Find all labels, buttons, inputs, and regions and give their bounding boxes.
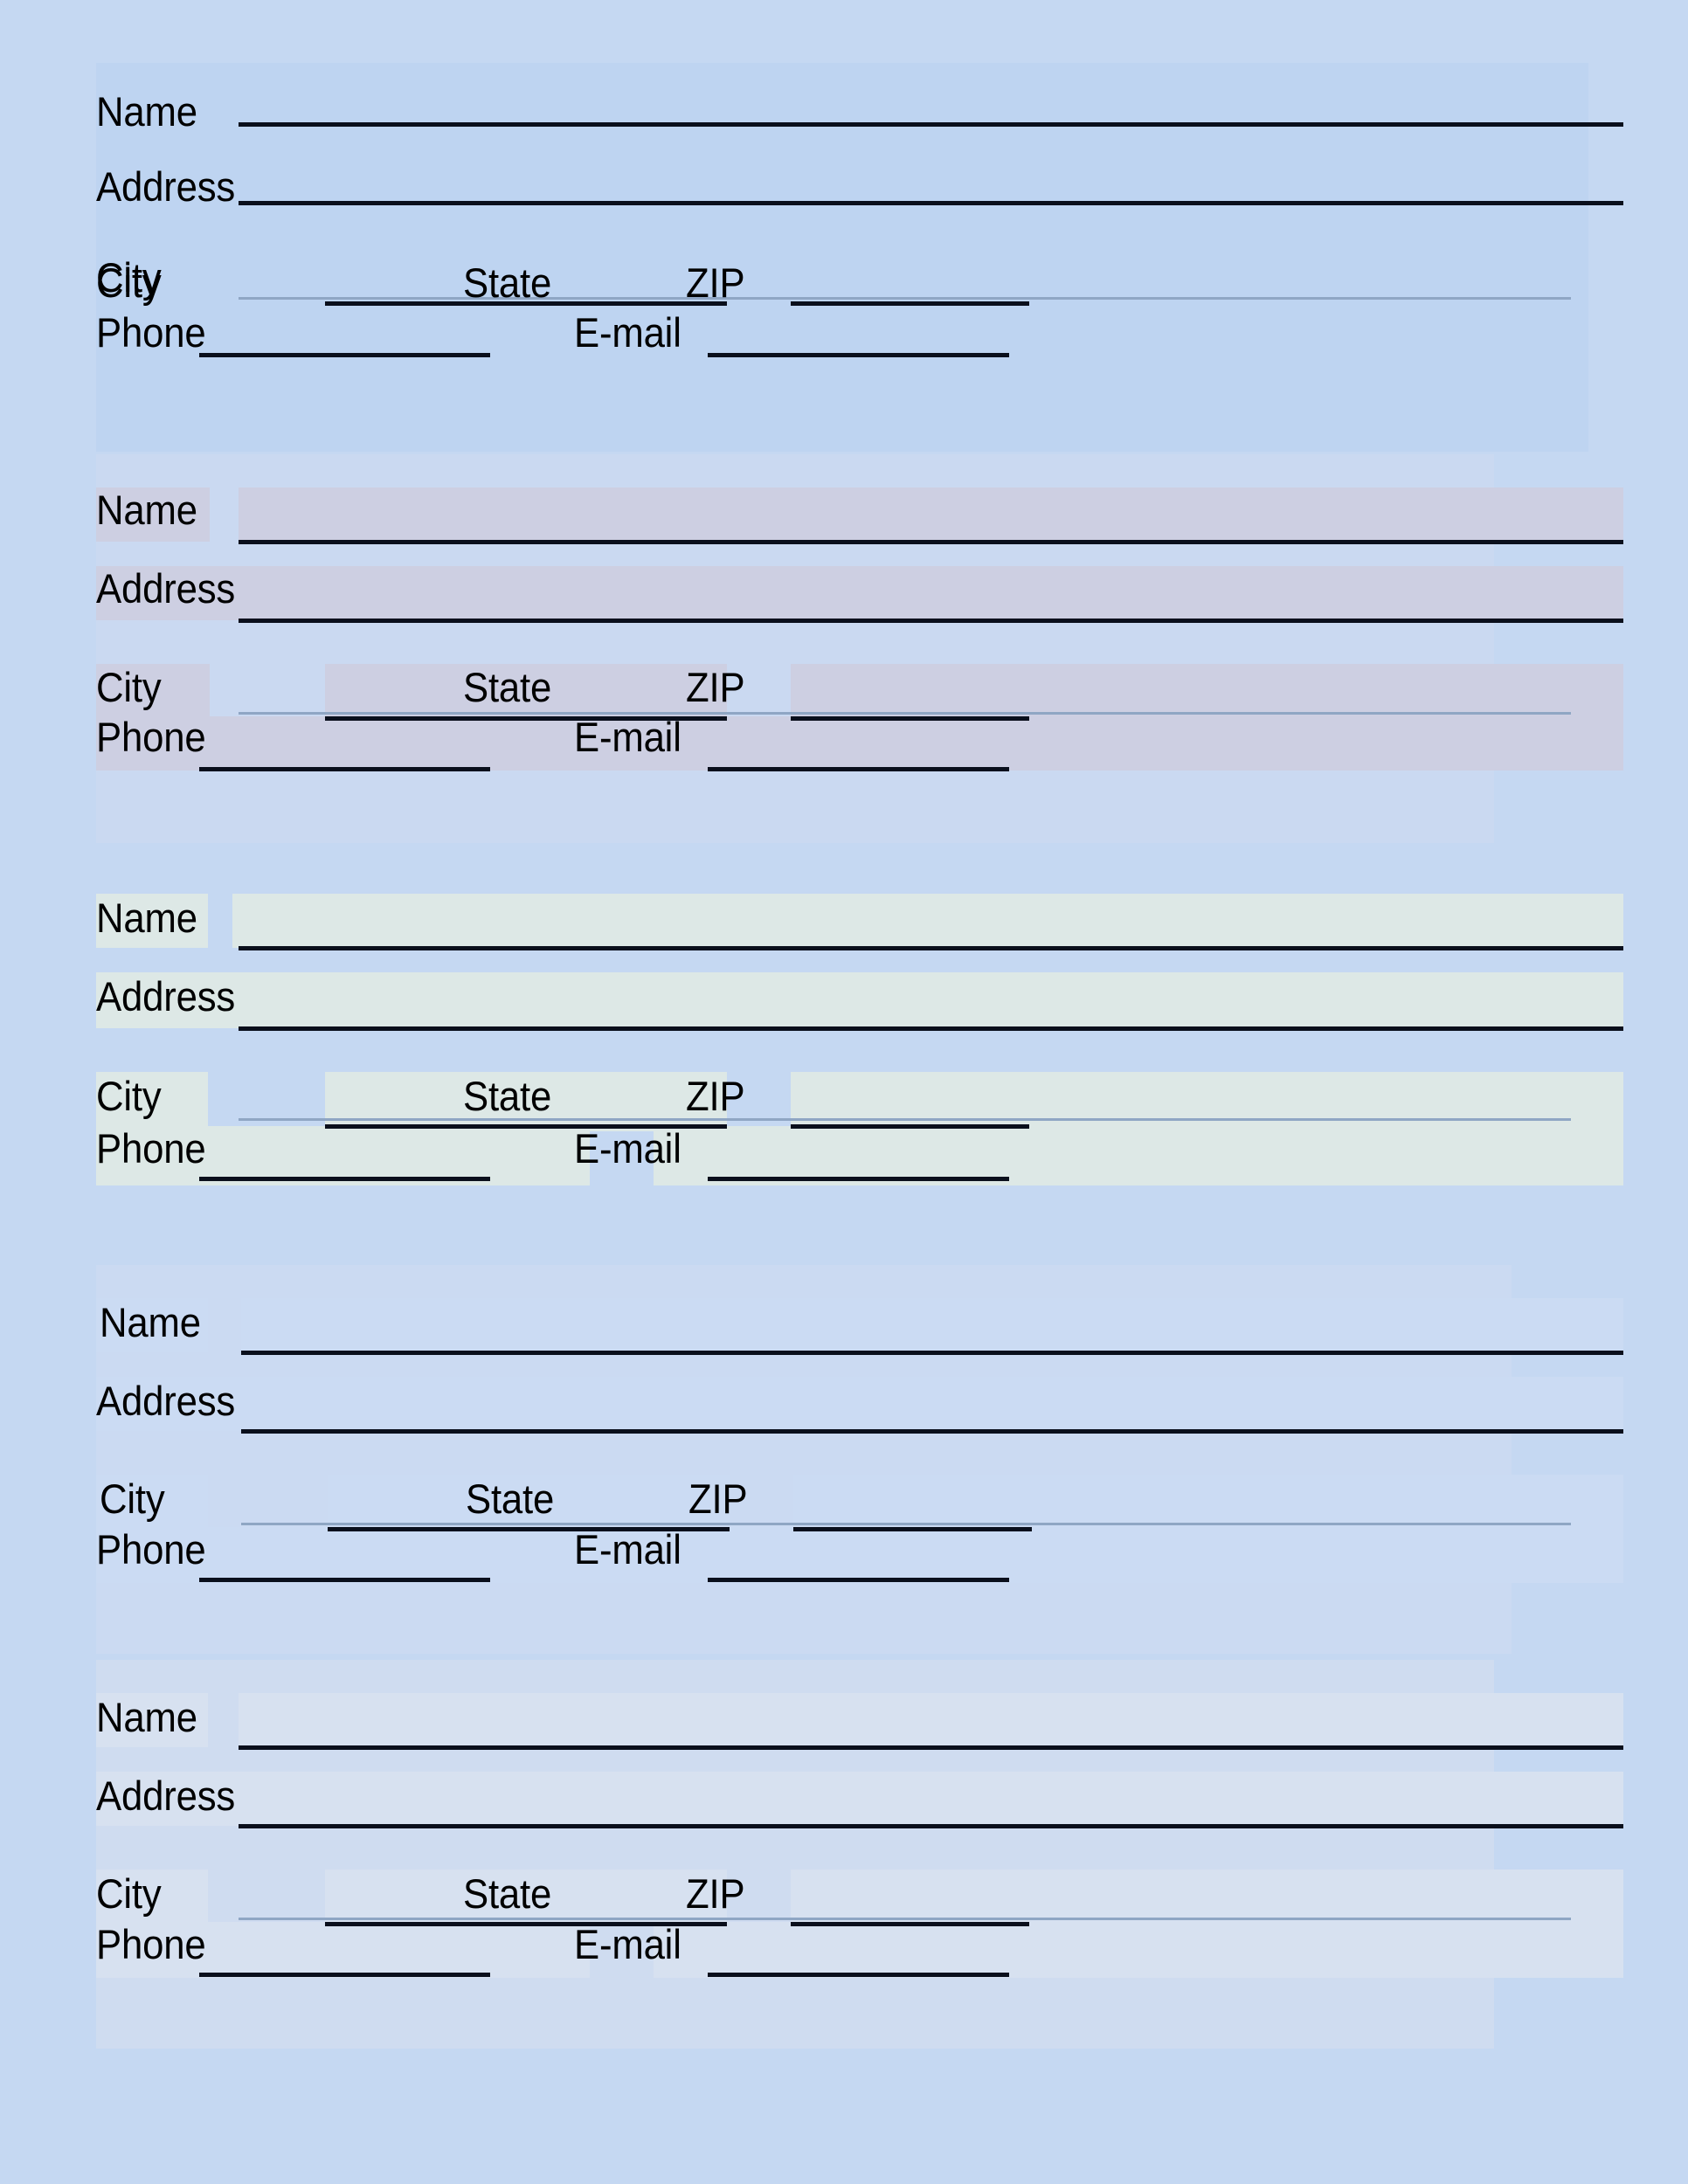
email-input-line[interactable] [708, 1973, 1009, 1977]
name-input-line[interactable] [241, 1351, 1623, 1355]
phone-input-line[interactable] [199, 1578, 490, 1582]
name-field-highlight [239, 487, 1623, 542]
phone-label: Phone [96, 1526, 206, 1572]
zip-input-line[interactable] [793, 1527, 1032, 1531]
address-input-line-2[interactable] [239, 1118, 1571, 1121]
zip-label: ZIP [686, 1870, 745, 1917]
city-label: City [96, 664, 162, 710]
state-label: State [463, 1870, 552, 1917]
city-label-2: City [96, 259, 162, 306]
name-field-highlight [232, 894, 1623, 948]
zip-input-line[interactable] [791, 716, 1029, 721]
name-label: Name [96, 487, 197, 533]
address-label: Address [96, 1773, 236, 1819]
address-block-4: Name Address City State ZIP Phone E-mail [96, 1265, 1623, 1654]
address-block-2: Name Address City State ZIP Phone E-mail [96, 454, 1623, 843]
name-label: Name [96, 1694, 197, 1740]
address-input-line-2[interactable] [239, 297, 1571, 300]
zip-highlight [791, 664, 1623, 718]
name-field-highlight [241, 1298, 1623, 1352]
address-label: Address [96, 163, 236, 210]
address-row-highlight [96, 972, 1623, 1028]
zip-input-line[interactable] [791, 301, 1029, 306]
email-label: E-mail [574, 1921, 681, 1967]
address-input-line-1[interactable] [239, 1824, 1623, 1828]
zip-label: ZIP [686, 664, 745, 710]
name-input-line[interactable] [239, 946, 1623, 950]
email-input-line[interactable] [708, 353, 1009, 357]
email-label: E-mail [574, 309, 681, 356]
state-label: State [466, 1476, 555, 1522]
address-row-highlight [96, 1772, 1623, 1826]
email-input-line[interactable] [708, 1578, 1009, 1582]
phone-row-highlight [96, 716, 1623, 771]
name-input-line[interactable] [239, 1745, 1623, 1750]
phone-input-line[interactable] [199, 353, 490, 357]
email-label: E-mail [574, 1125, 681, 1171]
address-input-line-2[interactable] [241, 1523, 1571, 1525]
name-field-highlight [239, 1693, 1623, 1747]
phone-label: Phone [96, 309, 206, 356]
phone-label: Phone [96, 714, 206, 760]
address-label: Address [96, 1378, 236, 1424]
phone-row-highlight [96, 1527, 1623, 1583]
name-label: Name [96, 88, 197, 135]
zip-input-line[interactable] [791, 1124, 1029, 1129]
state-label: State [463, 664, 552, 710]
city-label: City [96, 1073, 162, 1119]
zip-highlight [791, 1072, 1623, 1131]
address-input-line-1[interactable] [241, 1429, 1623, 1434]
address-input-line-2[interactable] [239, 712, 1571, 715]
address-label: Address [96, 973, 236, 1019]
block-1-panel [96, 63, 1588, 452]
name-input-line[interactable] [239, 540, 1623, 544]
phone-input-line[interactable] [199, 767, 490, 771]
phone-label: Phone [96, 1921, 206, 1967]
city-label: City [100, 1476, 165, 1522]
zip-label: ZIP [686, 1073, 745, 1119]
address-row-highlight [96, 566, 1623, 620]
state-label: State [463, 1073, 552, 1119]
address-row-highlight [96, 1377, 1623, 1431]
email-label: E-mail [574, 714, 681, 760]
zip-input-line[interactable] [791, 1922, 1029, 1926]
address-input-line-2[interactable] [239, 1918, 1571, 1920]
address-block-3: Name Address City State ZIP Phone E-mail [96, 869, 1623, 1258]
phone-label: Phone [96, 1125, 206, 1171]
address-block-5: Name Address City State ZIP Phone E-mail [96, 1660, 1623, 2049]
email-input-line[interactable] [708, 767, 1009, 771]
phone-input-line[interactable] [199, 1177, 490, 1181]
city-label: City [96, 1870, 162, 1917]
address-label: Address [96, 565, 236, 612]
address-form-page: Name Address City City State ZIP Phone E… [0, 0, 1688, 2184]
address-input-line-1[interactable] [239, 201, 1623, 205]
zip-label: ZIP [688, 1476, 748, 1522]
address-block-1: Name Address City City State ZIP Phone E… [96, 63, 1623, 452]
name-label: Name [96, 895, 197, 941]
address-input-line-1[interactable] [239, 619, 1623, 623]
state-label: State [463, 259, 552, 306]
name-input-line[interactable] [239, 122, 1623, 127]
email-label: E-mail [574, 1526, 681, 1572]
address-input-line-1[interactable] [239, 1026, 1623, 1031]
email-input-line[interactable] [708, 1177, 1009, 1181]
zip-label: ZIP [686, 259, 745, 306]
email-row-highlight [654, 1922, 1623, 1978]
phone-input-line[interactable] [199, 1973, 490, 1977]
name-label: Name [100, 1299, 201, 1345]
